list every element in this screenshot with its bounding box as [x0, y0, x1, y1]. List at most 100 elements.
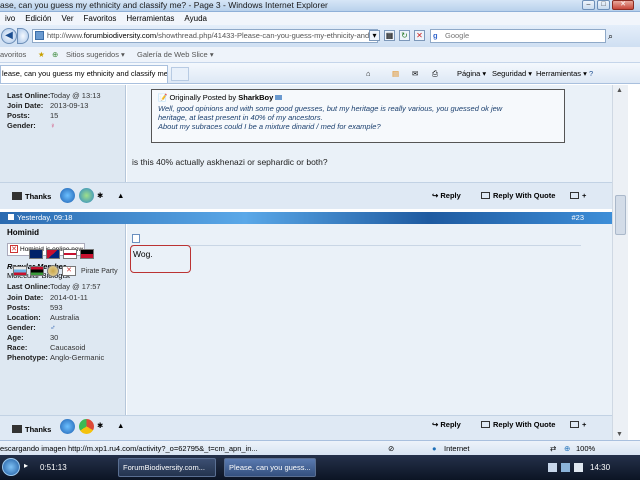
favorites-bar: avoritos ★ ⊕ Sitios sugeridos ▾ Galería … — [0, 47, 640, 63]
print-icon[interactable]: ⎙ — [432, 63, 438, 84]
ie-icon[interactable] — [79, 188, 94, 203]
quote-icon: 📝 — [158, 93, 168, 102]
menu-archivo[interactable]: ivo — [0, 12, 20, 25]
post1-thanks-button[interactable]: Thanks — [12, 192, 51, 201]
post2-reply-quote-button[interactable]: Reply With Quote — [481, 420, 555, 429]
suggested-sites-link[interactable]: Sitios sugeridos ▾ — [66, 47, 125, 63]
post2-field-posts: Posts: 593 — [7, 303, 63, 312]
new-tab-button[interactable] — [171, 67, 189, 81]
minimize-button[interactable]: – — [582, 0, 595, 10]
post2-number[interactable]: #23 — [571, 212, 584, 224]
refresh-icon[interactable]: ↻ — [399, 30, 410, 41]
star-icon[interactable]: ✱ — [97, 191, 103, 200]
page-content: Last Online:Today @ 13:13 Join Date: 2013… — [0, 85, 612, 440]
close-button[interactable]: ✕ — [612, 0, 634, 10]
title-bar: ase, can you guess my ethnicity and clas… — [0, 0, 640, 12]
taskbar-item-forumbiodiversity[interactable]: ForumBiodiversity.com... — [118, 458, 216, 477]
address-row: ◀ http://www.forumbiodiversity.com/showt… — [0, 25, 640, 47]
online-status-icon: ✕ — [10, 245, 18, 253]
post2-field-age: Age: 30 — [7, 333, 59, 342]
scroll-down-icon[interactable]: ▼ — [616, 431, 623, 438]
help-icon[interactable]: ? — [589, 63, 593, 84]
zone-label: Internet — [444, 444, 470, 453]
post2-field-join-date: Join Date: 2014-01-11 — [7, 293, 88, 302]
post2-thanks-button[interactable]: Thanks — [12, 425, 51, 434]
stop-icon[interactable]: ✕ — [414, 30, 425, 41]
network-icon[interactable] — [561, 463, 570, 472]
protected-mode-icon[interactable]: ⇄ — [550, 441, 556, 456]
address-bar[interactable]: http://www.forumbiodiversity.com/showthr… — [32, 29, 378, 43]
quote-author[interactable]: SharkBoy — [238, 93, 273, 102]
post2-username[interactable]: Hominid — [7, 228, 125, 237]
scroll-up-icon[interactable]: ▲ — [616, 87, 623, 94]
feeds-icon[interactable]: ▤ — [392, 63, 399, 84]
multiquote-icon[interactable]: + — [570, 420, 586, 429]
zoom-icon[interactable]: ⊕ — [564, 441, 570, 456]
post2-header: Yesterday, 09:18 #23 — [0, 212, 612, 224]
chrome-icon[interactable] — [79, 419, 94, 434]
multiquote-icon[interactable]: + — [570, 191, 586, 200]
zoom-level[interactable]: 100% — [576, 441, 595, 456]
social-icon[interactable] — [60, 188, 75, 203]
web-slice-gallery-link[interactable]: Galería de Web Slice ▾ — [137, 47, 214, 63]
search-input[interactable]: g Google — [430, 29, 606, 43]
scroll-thumb[interactable] — [615, 195, 626, 235]
tools-menu[interactable]: Herramientas ▾ — [536, 63, 587, 84]
flag-icon — [46, 249, 60, 259]
post1-field-posts: Posts: 15 — [7, 111, 59, 120]
compat-view-icon[interactable]: ▦ — [384, 30, 395, 41]
popup-blocker-icon[interactable]: ⊘ — [388, 441, 394, 456]
security-menu[interactable]: Seguridad ▾ — [492, 63, 532, 84]
post2-date: Yesterday, 09:18 — [8, 212, 72, 224]
post2-field-phenotype: Phenotype: Anglo-Germanic — [7, 353, 105, 362]
favorites-label[interactable]: avoritos — [0, 47, 26, 63]
post2-field-location: Location: Australia — [7, 313, 80, 322]
post2-action-bar: Thanks ✱ ▲ ↪ Reply Reply With Quote + — [0, 415, 612, 440]
back-icon[interactable]: ◀ — [1, 28, 17, 44]
tray-icon[interactable] — [548, 463, 557, 472]
quote-header: 📝 Originally Posted by SharkBoy — [158, 93, 558, 102]
flag-icon — [13, 266, 27, 276]
add-favorite-icon[interactable]: ⊕ — [52, 47, 58, 63]
flag-australia-icon — [29, 249, 43, 259]
search-icon[interactable]: ⌕ — [608, 29, 620, 43]
menu-herramientas[interactable]: Herramientas — [121, 12, 179, 25]
view-post-icon[interactable] — [275, 95, 283, 100]
clock[interactable]: 14:30 — [590, 458, 610, 477]
star-icon[interactable]: ✱ — [97, 421, 103, 430]
status-text: escargando imagen http://m.xp1.ru4.com/a… — [0, 444, 258, 453]
post-icon — [132, 234, 140, 243]
star-icon[interactable]: ★ — [38, 47, 45, 63]
volume-icon[interactable] — [574, 463, 583, 472]
menu-favoritos[interactable]: Favoritos — [79, 12, 122, 25]
warning-icon[interactable]: ▲ — [117, 421, 124, 430]
post2-message: Wog. — [130, 245, 191, 273]
menu-edicion[interactable]: Edición — [20, 12, 56, 25]
flags-row — [29, 249, 94, 259]
flags-row-2: ✕ Pirate Party — [13, 265, 118, 277]
dropdown-icon[interactable]: ▾ — [369, 30, 380, 41]
favicon-icon — [35, 31, 44, 40]
post1-reply-quote-button[interactable]: Reply With Quote — [481, 191, 555, 200]
post2-reply-button[interactable]: ↪ Reply — [432, 420, 461, 429]
taskbar-item-please[interactable]: Please, can you guess... — [224, 458, 316, 477]
start-button[interactable] — [2, 458, 20, 476]
forward-icon[interactable] — [17, 28, 29, 44]
page-menu[interactable]: Página ▾ — [457, 63, 486, 84]
post1-reply-button[interactable]: ↪ Reply — [432, 191, 461, 200]
menu-ver[interactable]: Ver — [56, 12, 78, 25]
maximize-button[interactable]: □ — [597, 0, 610, 10]
emblem-icon — [47, 265, 59, 277]
timer-icon: ▸ — [24, 461, 29, 470]
tab-current[interactable]: lease, can you guess my ethnicity and cl… — [0, 65, 168, 83]
window-title: ase, can you guess my ethnicity and clas… — [0, 0, 328, 10]
vertical-scrollbar[interactable]: ▲ ▼ — [612, 85, 628, 440]
warning-icon[interactable]: ▲ — [117, 191, 124, 200]
mail-icon[interactable]: ✉ — [412, 63, 418, 84]
social-icon[interactable] — [60, 419, 75, 434]
party-label: Pirate Party — [81, 267, 118, 275]
home-icon[interactable]: ⌂ — [366, 63, 371, 84]
menu-bar: ivo Edición Ver Favoritos Herramientas A… — [0, 12, 640, 25]
menu-ayuda[interactable]: Ayuda — [179, 12, 212, 25]
divider — [131, 245, 581, 246]
